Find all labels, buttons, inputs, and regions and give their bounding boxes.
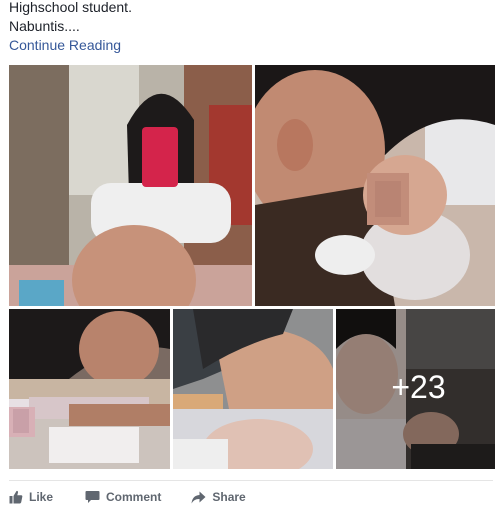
photo-baby-on-bed[interactable] bbox=[9, 309, 170, 469]
speech-bubble-icon bbox=[85, 490, 100, 504]
photo-father-baby[interactable] bbox=[173, 309, 333, 469]
share-button[interactable]: Share bbox=[191, 490, 246, 504]
photo-mirror-selfie[interactable] bbox=[9, 65, 252, 306]
comment-label: Comment bbox=[106, 490, 162, 504]
photo-kissing-baby[interactable] bbox=[255, 65, 495, 306]
photo-kissing-baby-image bbox=[255, 65, 495, 306]
action-divider bbox=[9, 480, 493, 481]
post-text-line-2: Nabuntis.... bbox=[9, 18, 80, 34]
photo-more[interactable]: +23 bbox=[336, 309, 495, 469]
more-photos-overlay[interactable]: +23 bbox=[336, 309, 495, 469]
thumbs-up-icon bbox=[9, 490, 23, 504]
share-arrow-icon bbox=[191, 491, 206, 504]
comment-button[interactable]: Comment bbox=[85, 490, 161, 504]
like-label: Like bbox=[29, 490, 54, 504]
post-text-line-1: Highschool student. bbox=[9, 0, 132, 15]
more-photos-count: +23 bbox=[391, 368, 446, 405]
like-button[interactable]: Like bbox=[9, 490, 53, 504]
post-text: Highschool student. Nabuntis.... Continu… bbox=[9, 0, 493, 55]
continue-reading-link[interactable]: Continue Reading bbox=[9, 36, 493, 55]
share-label: Share bbox=[212, 490, 246, 504]
photo-baby-on-bed-image bbox=[9, 309, 170, 469]
photo-mirror-selfie-image bbox=[9, 65, 252, 306]
action-bar: Like Comment Share bbox=[9, 486, 246, 508]
photo-father-baby-image bbox=[173, 309, 333, 469]
